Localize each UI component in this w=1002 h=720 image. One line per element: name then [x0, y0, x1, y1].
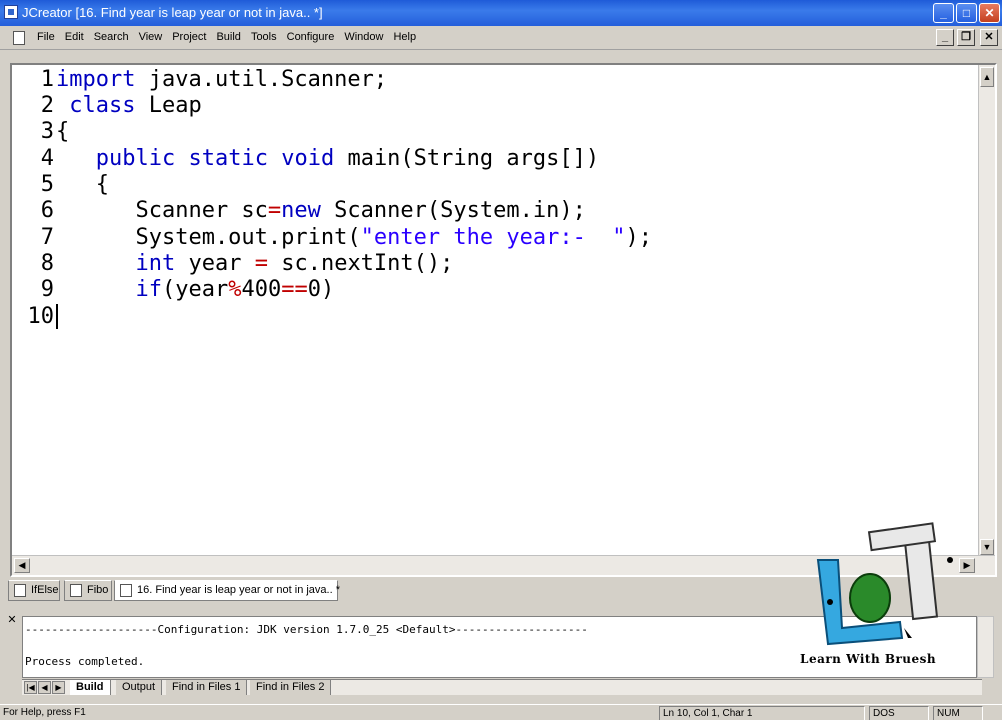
tab-build[interactable]: Build — [70, 680, 111, 695]
tab-output[interactable]: Output — [116, 680, 163, 695]
maximize-button[interactable]: □ — [956, 3, 977, 23]
line-number: 5 — [40, 172, 54, 197]
doc-minimize-button[interactable]: _ — [936, 29, 954, 46]
tab-label: 16. Find year is leap year or not in jav… — [137, 584, 340, 596]
title-bar: JCreator [16. Find year is leap year or … — [0, 0, 1002, 26]
tab-scroll-prev-icon[interactable]: ◀ — [38, 681, 51, 694]
doc-restore-button[interactable]: ❐ — [957, 29, 975, 46]
tab-ifelse[interactable]: IfElse — [8, 580, 60, 601]
close-button[interactable]: ✕ — [979, 3, 1000, 23]
logo-graphic — [816, 522, 953, 646]
learn-with-bruesh-logo: Learn With Bruesh — [800, 520, 1000, 675]
code-line[interactable]: System.out.print("enter the year:- "); — [56, 225, 652, 250]
line-number: 9 — [40, 277, 54, 302]
text-caret — [56, 304, 58, 329]
logo-text: Learn With Bruesh — [800, 652, 937, 666]
status-line-format: DOS — [869, 706, 929, 720]
line-number: 7 — [40, 225, 54, 250]
code-line[interactable]: { — [56, 119, 69, 144]
menu-project[interactable]: Project — [167, 31, 211, 43]
java-file-icon — [120, 584, 132, 597]
menu-items: File Edit Search View Project Build Tool… — [32, 31, 421, 43]
menu-build[interactable]: Build — [211, 31, 245, 43]
status-help-text: For Help, press F1 — [3, 707, 86, 718]
status-numlock: NUM — [933, 706, 983, 720]
line-number: 10 — [27, 304, 55, 329]
menu-tools[interactable]: Tools — [246, 31, 282, 43]
tab-label: IfElse — [31, 584, 59, 596]
code-line[interactable]: class Leap — [56, 93, 201, 118]
code-line[interactable]: import java.util.Scanner; — [56, 67, 387, 92]
document-icon[interactable] — [13, 31, 25, 45]
minimize-button[interactable]: _ — [933, 3, 954, 23]
code-line[interactable]: public static void main(String args[]) — [56, 146, 599, 171]
line-number: 2 — [40, 93, 54, 118]
menu-bar: File Edit Search View Project Build Tool… — [0, 26, 1002, 50]
line-number: 8 — [40, 251, 54, 276]
doc-close-button[interactable]: ✕ — [980, 29, 998, 46]
output-line: Process completed. — [25, 655, 145, 668]
scroll-left-arrow-icon[interactable]: ◀ — [14, 558, 30, 573]
tab-label: Fibo — [87, 584, 109, 596]
output-line: --------------------Configuration: JDK v… — [25, 623, 588, 636]
status-cursor-position: Ln 10, Col 1, Char 1 — [659, 706, 865, 720]
tab-fibo[interactable]: Fibo — [64, 580, 112, 601]
line-number: 4 — [40, 146, 54, 171]
java-file-icon — [14, 584, 26, 597]
code-line[interactable]: if(year%400==0) — [56, 277, 334, 302]
scroll-up-arrow-icon[interactable]: ▲ — [980, 67, 994, 87]
code-line[interactable]: { — [56, 172, 109, 197]
line-number: 3 — [40, 119, 54, 144]
java-file-icon — [70, 584, 82, 597]
tab-find-in-files-1[interactable]: Find in Files 1 — [166, 680, 248, 695]
code-area[interactable]: import java.util.Scanner; class Leap { p… — [56, 65, 976, 555]
output-tabs: |◀ ◀ ▶ Build Output Find in Files 1 Find… — [22, 679, 982, 695]
tab-scroll-first-icon[interactable]: |◀ — [24, 681, 37, 694]
menu-view[interactable]: View — [134, 31, 168, 43]
menu-file[interactable]: File — [32, 31, 60, 43]
tab-find-in-files-2[interactable]: Find in Files 2 — [250, 680, 332, 695]
code-editor[interactable]: 1 2 3 4 5 6 7 8 9 10 import java.util.Sc… — [10, 63, 997, 577]
line-number-gutter: 1 2 3 4 5 6 7 8 9 10 — [12, 65, 54, 555]
close-icon[interactable]: ✕ — [6, 615, 18, 627]
code-line[interactable]: int year = sc.nextInt(); — [56, 251, 453, 276]
editor-vertical-scrollbar[interactable]: ▲ ▼ — [978, 65, 995, 555]
jcreator-app-icon[interactable] — [4, 5, 18, 19]
menu-window[interactable]: Window — [339, 31, 388, 43]
line-number: 1 — [40, 67, 54, 92]
code-line[interactable]: Scanner sc=new Scanner(System.in); — [56, 198, 585, 223]
window-title: JCreator [16. Find year is leap year or … — [22, 5, 323, 20]
line-number: 6 — [40, 198, 54, 223]
menu-edit[interactable]: Edit — [60, 31, 89, 43]
menu-configure[interactable]: Configure — [282, 31, 340, 43]
tab-scroll-next-icon[interactable]: ▶ — [52, 681, 65, 694]
tab-leap-year[interactable]: 16. Find year is leap year or not in jav… — [114, 580, 340, 601]
menu-search[interactable]: Search — [89, 31, 134, 43]
status-bar: For Help, press F1 Ln 10, Col 1, Char 1 … — [0, 704, 1002, 720]
menu-help[interactable]: Help — [388, 31, 421, 43]
